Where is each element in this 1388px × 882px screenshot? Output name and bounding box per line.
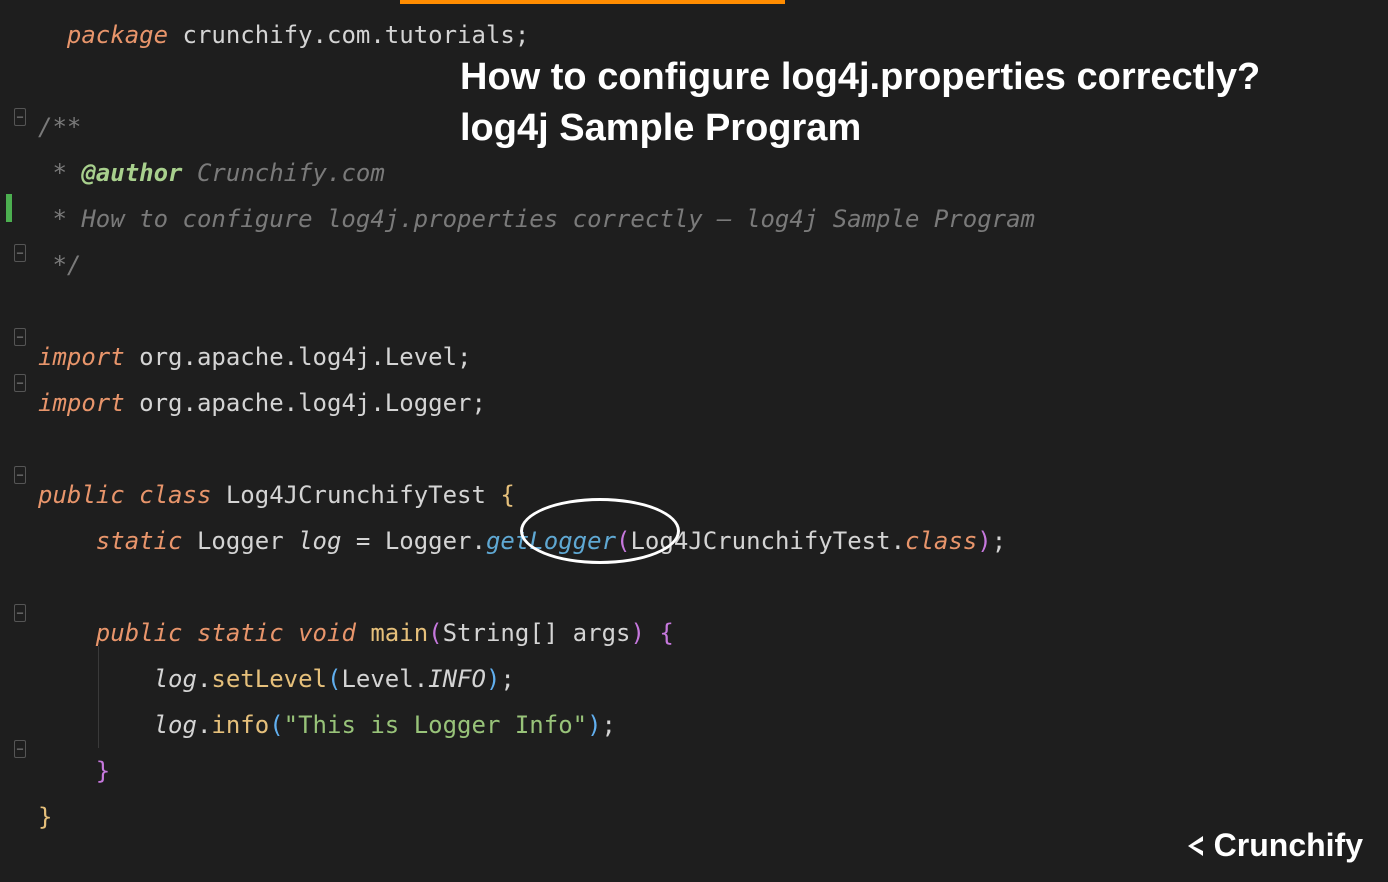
editor-gutter: − − − − − − −: [0, 0, 30, 882]
code-line: public class Log4JCrunchifyTest {: [38, 472, 1378, 518]
code-line: [38, 426, 1378, 472]
code-line: log.setLevel(Level.INFO);: [38, 656, 1378, 702]
fold-marker-icon[interactable]: −: [14, 604, 26, 622]
change-marker-icon: [6, 194, 12, 222]
code-line: log.info("This is Logger Info");: [38, 702, 1378, 748]
tab-indicator: [400, 0, 785, 4]
logo-icon: [1178, 831, 1208, 861]
fold-marker-icon[interactable]: −: [14, 328, 26, 346]
brand-logo: Crunchify: [1178, 827, 1363, 864]
fold-marker-icon[interactable]: −: [14, 466, 26, 484]
code-line: import org.apache.log4j.Level;: [38, 334, 1378, 380]
code-line: public static void main(String[] args) {: [38, 610, 1378, 656]
code-line: import org.apache.log4j.Logger;: [38, 380, 1378, 426]
code-line: * How to configure log4j.properties corr…: [38, 196, 1378, 242]
code-line: * @author Crunchify.com: [38, 150, 1378, 196]
fold-marker-icon[interactable]: −: [14, 108, 26, 126]
fold-marker-icon[interactable]: −: [14, 244, 26, 262]
logo-text: Crunchify: [1214, 827, 1363, 864]
title-line: log4j Sample Program: [460, 103, 1260, 154]
code-line: */: [38, 242, 1378, 288]
fold-marker-icon[interactable]: −: [14, 740, 26, 758]
title-line: How to configure log4j.properties correc…: [460, 52, 1260, 103]
fold-marker-icon[interactable]: −: [14, 374, 26, 392]
code-line: static Logger log = Logger.getLogger(Log…: [38, 518, 1378, 564]
page-title: How to configure log4j.properties correc…: [460, 52, 1260, 155]
code-line: [38, 564, 1378, 610]
code-line: [38, 288, 1378, 334]
code-line: }: [38, 748, 1378, 794]
